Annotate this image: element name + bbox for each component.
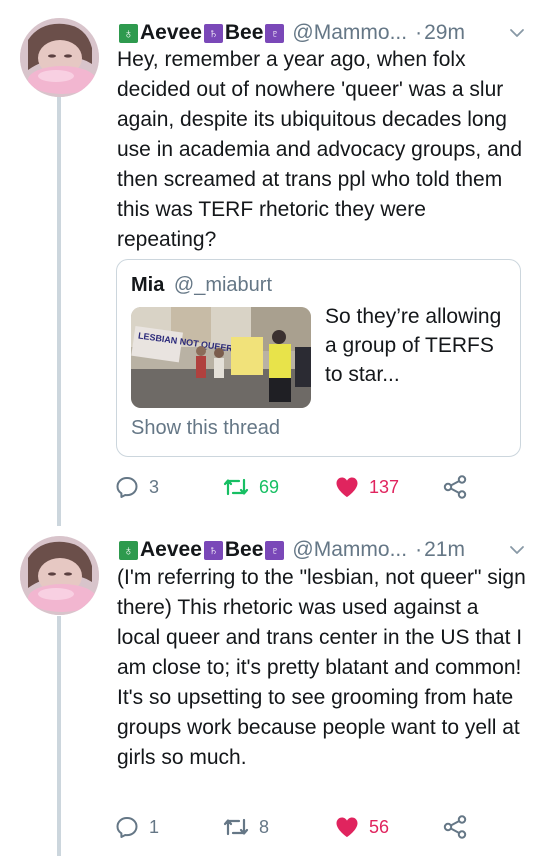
share-button[interactable] (442, 472, 468, 502)
retweet-button[interactable]: 69 (222, 472, 279, 502)
retweet-icon (223, 478, 249, 496)
planet-earth-emoji-icon: ♁ (119, 540, 138, 560)
quoted-handle: @_miaburt (173, 274, 273, 296)
tweet-actions: 1 8 56 (114, 812, 524, 842)
tweet-text: (I'm referring to the "lesbian, not quee… (117, 566, 526, 769)
like-icon (336, 477, 358, 497)
saturn-symbol-emoji-icon: ♄ (203, 540, 223, 560)
saturn-symbol-emoji-icon: ♄ (203, 23, 223, 43)
like-count: 137 (369, 476, 400, 497)
reply-button[interactable]: 3 (114, 472, 159, 502)
quoted-tweet-text: So they’re allowing a group of TERFS to … (325, 305, 502, 386)
quoted-tweet[interactable]: Mia @_miaburt LESBIAN NOT QUEER So they’… (116, 259, 521, 457)
tweet-header: ♁ Aevee ♄ Bee ♇ @Mammo... · 21m (117, 535, 525, 565)
reply-icon (116, 817, 138, 838)
tweet-1[interactable]: ♁ Aevee ♄ Bee ♇ @Mammo... · 29m Hey, rem… (0, 0, 539, 526)
thread-line (57, 96, 61, 526)
timestamp[interactable]: 29m (424, 18, 465, 48)
tweet-text: Hey, remember a year ago, when folx deci… (117, 48, 523, 251)
retweet-icon (223, 818, 249, 836)
retweet-button[interactable]: 8 (222, 812, 269, 842)
quoted-tweet-image[interactable]: LESBIAN NOT QUEER (131, 307, 311, 408)
share-button[interactable] (442, 812, 468, 842)
avatar-image (20, 18, 99, 97)
user-handle[interactable]: @Mammo... (292, 535, 407, 565)
display-name-2[interactable]: Bee (225, 18, 264, 48)
avatar-image (20, 536, 99, 615)
display-name[interactable]: Aevee (140, 535, 202, 565)
like-count: 56 (369, 816, 390, 837)
display-name[interactable]: Aevee (140, 18, 202, 48)
separator-dot: · (415, 538, 423, 561)
share-icon (443, 475, 467, 499)
tweet-actions: 3 69 137 (114, 472, 524, 502)
like-button[interactable]: 56 (334, 812, 389, 842)
chevron-down-icon[interactable] (509, 542, 525, 558)
quoted-display-name: Mia (131, 274, 165, 296)
quoted-tweet-header: Mia @_miaburt (131, 272, 272, 298)
tweet-2[interactable]: ♁ Aevee ♄ Bee ♇ @Mammo... · 21m (I'm ref… (0, 520, 539, 856)
separator-dot: · (415, 21, 423, 44)
tweet-header: ♁ Aevee ♄ Bee ♇ @Mammo... · 29m (117, 18, 525, 48)
thread-line (57, 616, 61, 856)
like-icon (336, 817, 358, 837)
planet-earth-emoji-icon: ♁ (119, 23, 138, 43)
chevron-down-icon[interactable] (509, 25, 525, 41)
avatar[interactable] (20, 18, 99, 97)
avatar[interactable] (20, 536, 99, 615)
like-button[interactable]: 137 (334, 472, 399, 502)
timestamp[interactable]: 21m (424, 535, 465, 565)
reply-icon (116, 477, 138, 498)
pluto-symbol-emoji-icon: ♇ (265, 23, 285, 43)
reply-count: 3 (149, 476, 160, 497)
share-icon (443, 815, 467, 839)
show-this-thread-link[interactable]: Show this thread (131, 414, 280, 442)
retweet-count: 8 (259, 816, 270, 837)
pluto-symbol-emoji-icon: ♇ (265, 540, 285, 560)
retweet-count: 69 (259, 476, 280, 497)
user-handle[interactable]: @Mammo... (292, 18, 407, 48)
display-name-2[interactable]: Bee (225, 535, 264, 565)
reply-button[interactable]: 1 (114, 812, 159, 842)
reply-count: 1 (149, 816, 160, 837)
